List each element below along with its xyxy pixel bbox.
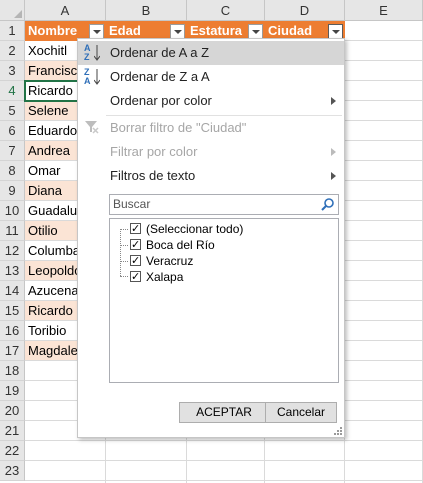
sort-az-icon: AZ	[84, 44, 102, 62]
submenu-arrow-icon	[331, 148, 336, 156]
select-all-triangle-icon	[14, 10, 22, 18]
menu-item-label: Ordenar de A a Z	[110, 45, 210, 60]
filter-option-label: (Seleccionar todo)	[146, 222, 244, 236]
tree-line	[120, 245, 128, 246]
row-header[interactable]: 17	[0, 341, 25, 361]
menu-item-label: Ordenar de Z a A	[110, 69, 210, 84]
header-label: Estatura	[190, 23, 243, 38]
menu-item-clear-filter: Borrar filtro de "Ciudad"	[78, 116, 344, 140]
select-all-corner[interactable]	[0, 0, 25, 21]
row-header[interactable]: 5	[0, 101, 25, 121]
row-header[interactable]: 12	[0, 241, 25, 261]
cancel-button[interactable]: Cancelar	[265, 402, 337, 423]
menu-item-sort-za[interactable]: ZA Ordenar de Z a A	[78, 65, 344, 89]
clear-filter-icon	[84, 119, 102, 137]
checkbox-checked[interactable]	[130, 269, 141, 285]
row-header[interactable]: 16	[0, 321, 25, 341]
filter-dropdown-button-estatura[interactable]	[248, 24, 263, 39]
row-header[interactable]: 8	[0, 161, 25, 181]
row-header[interactable]: 9	[0, 181, 25, 201]
gridline	[25, 480, 423, 481]
row-header[interactable]: 2	[0, 41, 25, 61]
row-header[interactable]: 14	[0, 281, 25, 301]
search-placeholder: Buscar	[113, 197, 151, 211]
checkbox-checked[interactable]	[130, 237, 141, 253]
row-header[interactable]: 4	[0, 81, 25, 101]
menu-item-text-filters[interactable]: Filtros de texto	[78, 164, 344, 188]
header-label: Ciudad	[268, 23, 313, 38]
row-header[interactable]: 19	[0, 381, 25, 401]
column-header-c[interactable]: C	[187, 0, 265, 21]
checkbox-checked[interactable]	[130, 221, 141, 237]
column-header-d[interactable]: D	[265, 0, 345, 21]
menu-item-label: Filtros de texto	[110, 168, 196, 183]
row-header[interactable]: 18	[0, 361, 25, 381]
filter-dropdown-button-ciudad[interactable]	[328, 24, 343, 39]
tree-line	[120, 229, 128, 230]
menu-item-sort-az[interactable]: AZ Ordenar de A a Z	[78, 41, 344, 65]
search-input[interactable]: Buscar	[109, 194, 339, 215]
menu-item-filter-by-color: Filtrar por color	[78, 140, 344, 164]
filter-option-label: Veracruz	[146, 254, 194, 268]
row-header[interactable]: 22	[0, 441, 25, 461]
checkbox-checked[interactable]	[130, 253, 141, 269]
tree-line	[120, 229, 121, 276]
filter-option-label: Boca del Río	[146, 238, 215, 252]
column-header-b[interactable]: B	[106, 0, 187, 21]
filter-dropdown-button-nombre[interactable]	[89, 24, 104, 39]
filter-dropdown-button-edad[interactable]	[170, 24, 185, 39]
gridline	[25, 460, 423, 461]
row-header[interactable]: 3	[0, 61, 25, 81]
row-header[interactable]: 7	[0, 141, 25, 161]
menu-item-label: Ordenar por color	[110, 93, 212, 108]
submenu-arrow-icon	[331, 172, 336, 180]
header-label: Nombre	[28, 23, 78, 38]
row-header[interactable]: 23	[0, 461, 25, 481]
row-header[interactable]: 20	[0, 401, 25, 421]
menu-item-sort-by-color[interactable]: Ordenar por color	[78, 89, 344, 113]
search-icon	[321, 198, 334, 211]
sort-za-icon: ZA	[84, 68, 102, 86]
accept-button[interactable]: ACEPTAR	[179, 402, 269, 423]
filter-values-list: (Seleccionar todo) Boca del Río Veracruz…	[109, 218, 339, 383]
row-header[interactable]: 1	[0, 21, 25, 41]
tree-line	[120, 276, 128, 277]
menu-item-label: Borrar filtro de "Ciudad"	[110, 120, 247, 135]
row-header[interactable]: 15	[0, 301, 25, 321]
column-header-e[interactable]: E	[345, 0, 423, 21]
filter-option-label: Xalapa	[146, 270, 184, 284]
header-label: Edad	[109, 23, 141, 38]
filter-dropdown-menu: AZ Ordenar de A a Z ZA Ordenar de Z a A …	[77, 38, 345, 438]
resize-grip-icon[interactable]	[334, 427, 342, 435]
column-header-a[interactable]: A	[25, 0, 106, 21]
row-header[interactable]: 6	[0, 121, 25, 141]
submenu-arrow-icon	[331, 97, 336, 105]
row-header[interactable]: 11	[0, 221, 25, 241]
row-header[interactable]: 21	[0, 421, 25, 441]
gridline	[25, 440, 423, 441]
row-header[interactable]: 13	[0, 261, 25, 281]
menu-item-label: Filtrar por color	[110, 144, 198, 159]
tree-line	[120, 261, 128, 262]
row-header[interactable]: 10	[0, 201, 25, 221]
